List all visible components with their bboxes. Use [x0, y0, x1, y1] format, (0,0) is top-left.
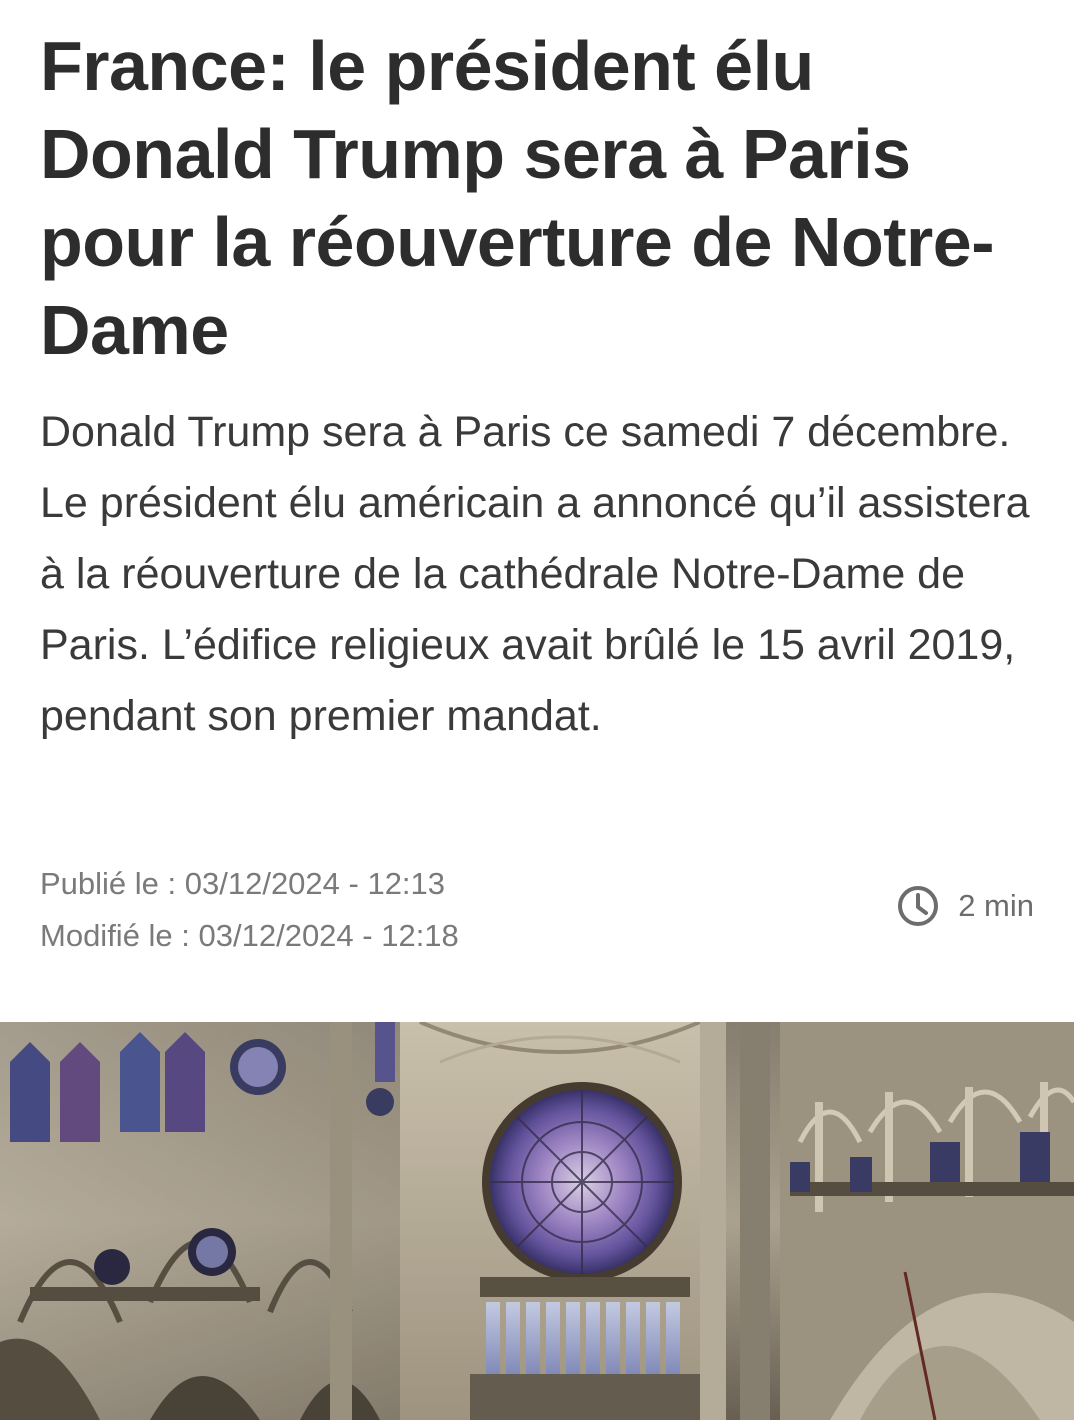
- published-date: Publié le : 03/12/2024 - 12:13: [40, 866, 446, 901]
- read-time-label: 2 min: [958, 888, 1034, 923]
- modified-date: Modifié le : 03/12/2024 - 12:18: [40, 918, 459, 953]
- publication-dates: Publié le : 03/12/2024 - 12:13 Modifié l…: [40, 858, 459, 962]
- clock-icon: [896, 884, 940, 928]
- article-meta: Publié le : 03/12/2024 - 12:13 Modifié l…: [40, 858, 1034, 958]
- read-time: 2 min: [896, 884, 1034, 928]
- article-lead: Donald Trump sera à Paris ce samedi 7 dé…: [40, 408, 1030, 740]
- article-headline: France: le président élu Donald Trump se…: [40, 27, 995, 369]
- hero-image: [0, 1022, 1074, 1420]
- article: France: le président élu Donald Trump se…: [0, 0, 1074, 1420]
